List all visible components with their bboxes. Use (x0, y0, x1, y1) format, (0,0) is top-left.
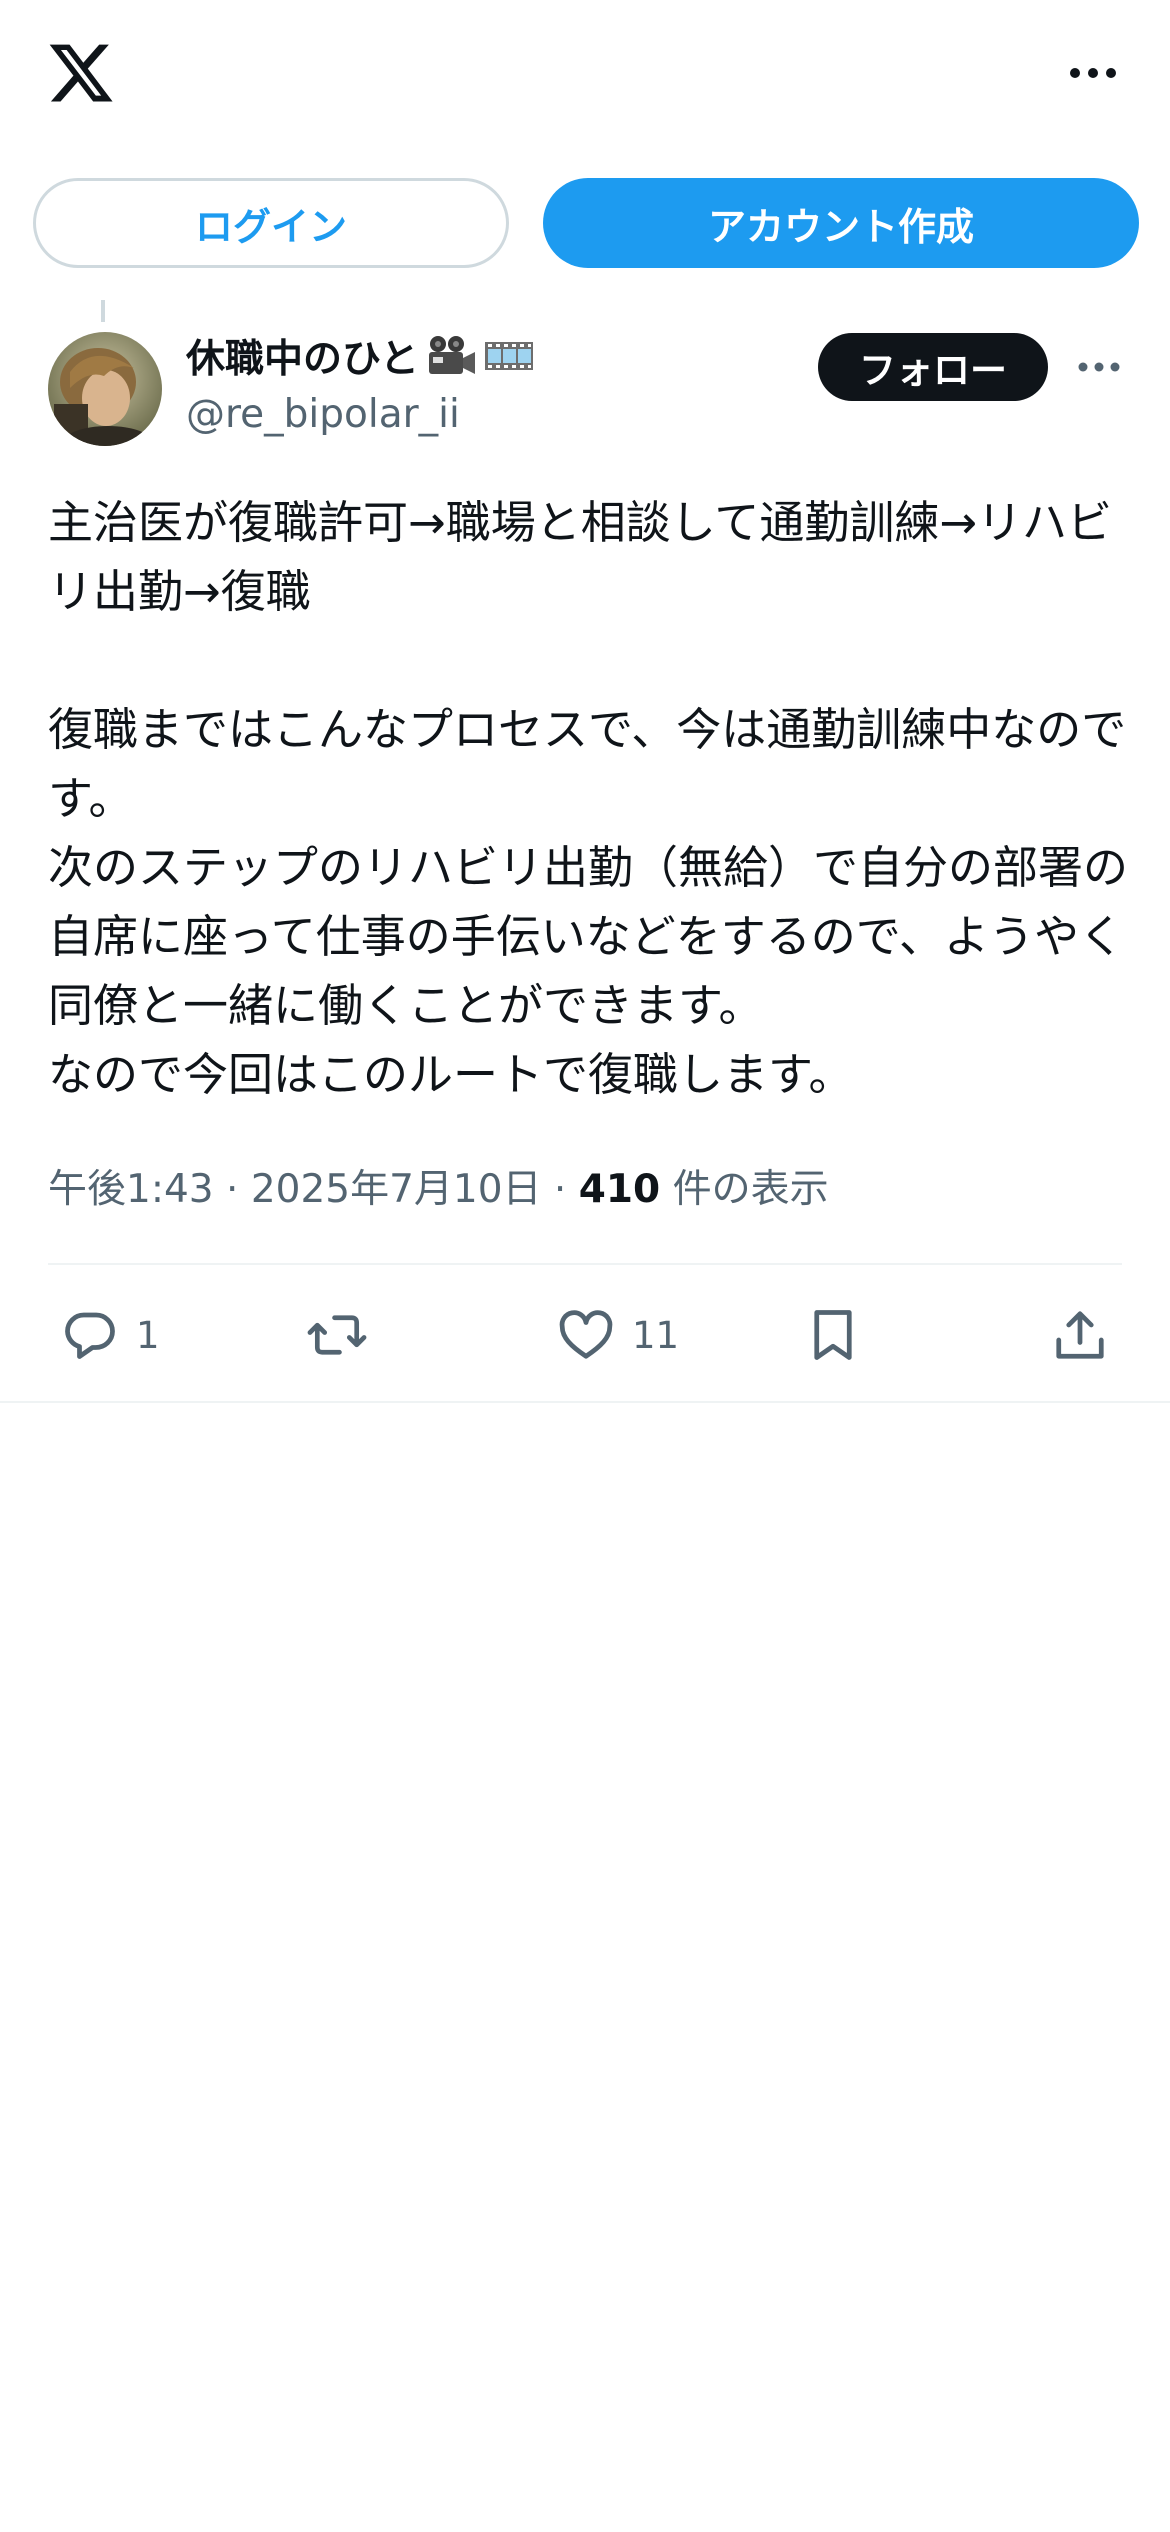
more-horizontal-icon[interactable] (1068, 58, 1118, 88)
meta-separator: · (553, 1167, 567, 1212)
tweet-actions: 1 11 (0, 1290, 1170, 1380)
movie-camera-icon (425, 334, 477, 378)
repost-button[interactable] (305, 1290, 369, 1380)
heart-icon (559, 1310, 613, 1359)
tweet-time[interactable]: 午後1:43 (48, 1167, 214, 1212)
bookmark-button[interactable] (803, 1290, 863, 1380)
like-count: 11 (632, 1313, 680, 1357)
follow-button[interactable]: フォロー (818, 333, 1048, 401)
divider (48, 1263, 1122, 1265)
author-handle[interactable]: @re_bipolar_ii (186, 392, 460, 437)
views-count: 410 (578, 1167, 661, 1212)
author-display-name[interactable]: 休職中のひと (186, 326, 535, 386)
like-button[interactable]: 11 (556, 1290, 679, 1380)
share-button[interactable] (1050, 1290, 1110, 1380)
auth-buttons: ログイン アカウント作成 (0, 178, 1170, 272)
thread-connector-line (101, 300, 105, 322)
create-account-button[interactable]: アカウント作成 (543, 178, 1139, 268)
views-label: 件の表示 (672, 1167, 829, 1212)
top-bar (0, 0, 1170, 150)
avatar[interactable] (48, 332, 162, 446)
tweet-meta: 午後1:43 · 2025年7月10日 · 410 件の表示 (48, 1158, 829, 1214)
film-frames-icon (483, 338, 535, 374)
tweet-more-icon[interactable] (1076, 355, 1122, 379)
tweet-text: 主治医が復職許可→職場と相談して通勤訓練→リハビリ出勤→復職 復職まではこんなプ… (48, 496, 1129, 1101)
divider (0, 1401, 1170, 1403)
repost-icon (307, 1315, 367, 1355)
display-name-text: 休職中のひと (186, 337, 419, 382)
meta-separator: · (226, 1167, 239, 1212)
reply-button[interactable]: 1 (60, 1290, 160, 1380)
login-button[interactable]: ログイン (33, 178, 509, 268)
reply-icon (65, 1312, 115, 1359)
bookmark-icon (814, 1310, 852, 1360)
x-logo-icon[interactable] (46, 38, 116, 108)
reply-count: 1 (136, 1313, 160, 1357)
tweet-date[interactable]: 2025年7月10日 (251, 1167, 542, 1212)
share-icon (1056, 1311, 1104, 1359)
